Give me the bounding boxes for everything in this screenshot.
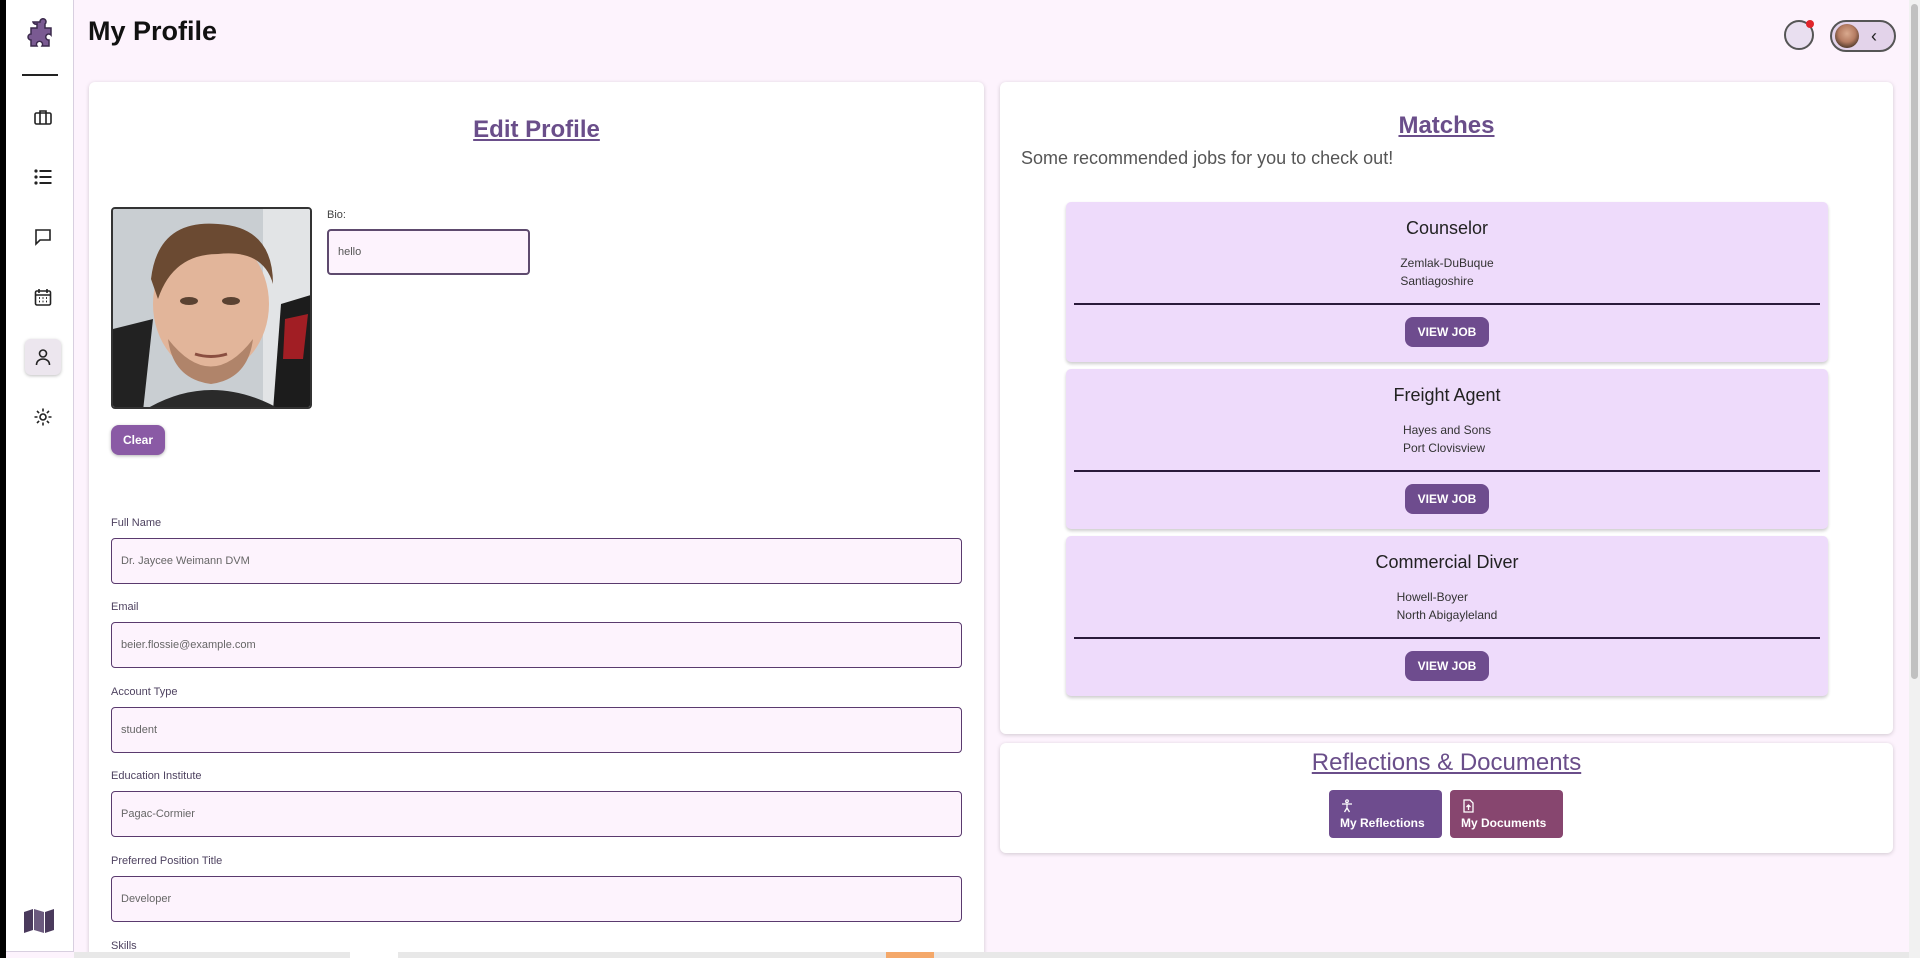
job-location: Port Clovisview	[1402, 441, 1485, 455]
notifications-button[interactable]	[1784, 20, 1814, 50]
avatar	[1835, 24, 1859, 48]
job-company: Zemlak-DuBuque	[1400, 256, 1494, 270]
sidebar-item-list[interactable]	[25, 159, 61, 195]
email-input[interactable]	[111, 622, 962, 668]
job-card: Commercial Diver Howell-Boyer North Abig…	[1066, 536, 1828, 696]
person-icon	[35, 349, 51, 366]
list-icon	[34, 169, 52, 185]
edit-profile-title: Edit Profile	[473, 116, 600, 143]
edit-profile-card: Edit Profile Bio: Clear Full Name Email …	[89, 82, 984, 958]
job-title: Freight Agent	[1393, 385, 1501, 405]
job-card: Freight Agent Hayes and Sons Port Clovis…	[1066, 369, 1828, 529]
chat-icon	[35, 229, 51, 246]
scrollbar-thumb[interactable]	[1911, 4, 1918, 679]
calendar-icon	[34, 289, 52, 306]
education-institute-input[interactable]	[111, 791, 962, 837]
job-company: Howell-Boyer	[1396, 590, 1468, 604]
matches-title: Matches	[1398, 112, 1495, 139]
account-type-input[interactable]	[111, 707, 962, 753]
sidebar-item-messages[interactable]	[25, 219, 61, 255]
horizontal-scrollbar[interactable]	[74, 952, 1909, 958]
full-name-input[interactable]	[111, 538, 962, 584]
job-location: North Abigayleland	[1396, 608, 1498, 622]
my-documents-label: My Documents	[1461, 815, 1547, 830]
view-job-button[interactable]: VIEW JOB	[1405, 484, 1489, 514]
job-divider	[1074, 303, 1820, 305]
job-divider	[1074, 470, 1820, 472]
gear-icon	[34, 408, 52, 426]
account-type-label: Account Type	[111, 686, 178, 698]
preferred-position-input[interactable]	[111, 876, 962, 922]
briefcase-icon	[34, 110, 52, 125]
sidebar-item-calendar[interactable]	[25, 279, 61, 315]
page-title: My Profile	[88, 16, 218, 46]
reflections-documents-card: Reflections & Documents My Reflections M…	[1000, 743, 1893, 853]
view-job-button[interactable]: VIEW JOB	[1405, 651, 1489, 681]
view-job-button[interactable]: VIEW JOB	[1405, 317, 1489, 347]
job-company: Hayes and Sons	[1402, 423, 1492, 437]
profile-photo[interactable]	[111, 207, 312, 409]
sidebar-item-settings[interactable]	[25, 399, 61, 435]
chevron-left-icon: ‹	[1871, 25, 1877, 46]
job-card: Counselor Zemlak-DuBuque Santiagoshire V…	[1066, 202, 1828, 362]
accessibility-icon	[1342, 798, 1352, 812]
bio-input[interactable]	[327, 229, 530, 275]
education-institute-label: Education Institute	[111, 770, 202, 782]
my-documents-button[interactable]: My Documents	[1450, 790, 1563, 838]
my-reflections-label: My Reflections	[1340, 815, 1425, 830]
preferred-position-label: Preferred Position Title	[111, 855, 223, 867]
skills-label: Skills	[111, 940, 137, 952]
matches-subtitle: Some recommended jobs for you to check o…	[1021, 148, 1394, 168]
sidebar-item-profile[interactable]	[25, 339, 61, 375]
clear-button[interactable]: Clear	[111, 425, 165, 455]
reflections-documents-title[interactable]: Reflections & Documents	[1000, 749, 1893, 777]
vertical-scrollbar[interactable]	[1909, 0, 1920, 958]
notification-badge	[1806, 20, 1814, 28]
profile-menu-button[interactable]: ‹	[1830, 20, 1896, 52]
full-name-label: Full Name	[111, 517, 162, 529]
job-title: Commercial Diver	[1375, 552, 1519, 572]
profile-photo-image	[113, 209, 310, 407]
logo-divider	[22, 74, 58, 76]
sidebar-item-jobs[interactable]	[25, 99, 61, 135]
matches-card: Matches Some recommended jobs for you to…	[1000, 82, 1893, 734]
document-upload-icon	[1463, 798, 1474, 813]
map-icon[interactable]	[23, 908, 55, 934]
sidebar	[6, 0, 74, 952]
job-divider	[1074, 637, 1820, 639]
job-location: Santiagoshire	[1400, 274, 1474, 288]
my-reflections-button[interactable]: My Reflections	[1329, 790, 1442, 838]
email-label: Email	[111, 601, 139, 613]
job-title: Counselor	[1405, 218, 1489, 238]
bio-label: Bio:	[327, 209, 346, 221]
puzzle-logo-icon[interactable]	[23, 18, 57, 52]
